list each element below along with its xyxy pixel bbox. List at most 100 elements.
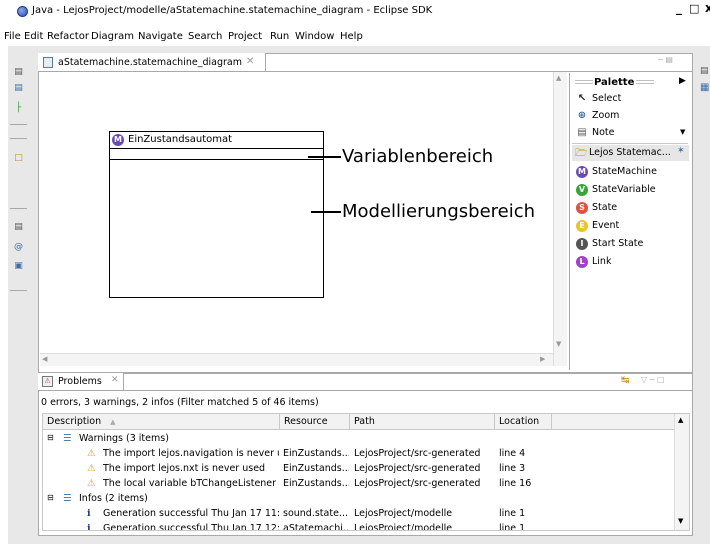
problem-resource: EinZustands... — [283, 463, 349, 474]
palette-tool-zoom[interactable]: ⊕ Zoom — [574, 108, 690, 124]
menu-project[interactable]: Project — [228, 31, 262, 42]
view-menu-icon[interactable]: ▽ ─ □ — [641, 375, 665, 384]
palette-element-statevariable[interactable]: V StateVariable — [574, 182, 690, 198]
palette-tool-label: Zoom — [592, 110, 620, 121]
outline-icon[interactable]: □ — [12, 152, 25, 165]
palette-tool-label: Note — [592, 127, 615, 138]
palette-separator — [572, 143, 688, 144]
palette-drawer-lejos[interactable]: 🗁 Lejos Statemac... ✶ — [572, 145, 689, 161]
group-icon: ☰ — [63, 433, 72, 444]
palette-tool-label: Select — [592, 93, 622, 104]
menu-run[interactable]: Run — [270, 31, 289, 42]
warning-icon: ⚠ — [87, 448, 96, 459]
problem-path: LejosProject/modelle — [354, 523, 453, 531]
close-icon[interactable]: ✕ — [246, 56, 254, 67]
start-state-icon: I — [576, 238, 588, 250]
javadoc-icon[interactable]: @ — [12, 241, 25, 254]
declaration-icon[interactable]: ▣ — [12, 260, 25, 273]
problems-tab[interactable]: ⚠ Problems ✕ — [38, 373, 124, 390]
palette-element-link[interactable]: L Link — [574, 254, 690, 270]
pin-icon[interactable]: ✶ — [677, 146, 685, 156]
palette-tool-select[interactable]: ↖ Select — [574, 91, 690, 107]
problem-description[interactable]: Generation successful Thu Jan 17 11:5 — [103, 508, 279, 519]
menu-diagram[interactable]: Diagram — [91, 31, 134, 42]
palette-grip-2 — [575, 83, 593, 84]
problem-description[interactable]: The import lejos.nxt is never used — [103, 463, 279, 474]
scroll-down-icon[interactable]: ▼ — [678, 517, 683, 525]
scroll-up-icon[interactable]: ▲ — [678, 416, 683, 424]
menu-window[interactable]: Window — [295, 31, 334, 42]
column-header-description[interactable]: Description ▲ — [43, 414, 280, 430]
right-restore-icon[interactable]: ▤ — [700, 66, 709, 76]
group-label-infos[interactable]: Infos (2 items) — [79, 493, 148, 504]
column-header-location[interactable]: Location — [495, 414, 552, 430]
palette-menu-arrow-icon[interactable]: ▶ — [679, 76, 686, 86]
collapse-icon[interactable]: ⊟ — [47, 493, 54, 502]
folder-open-icon: 🗁 — [575, 148, 588, 159]
right-outline-icon[interactable]: ▦ — [700, 82, 709, 93]
column-header-resource[interactable]: Resource — [280, 414, 350, 430]
palette-element-state[interactable]: S State — [574, 200, 690, 216]
menu-help[interactable]: Help — [340, 31, 363, 42]
problem-resource: EinZustands... — [283, 478, 349, 489]
menu-file[interactable]: File — [4, 31, 21, 42]
palette-element-label: Link — [592, 256, 612, 267]
problem-location: line 1 — [499, 508, 526, 519]
minimize-view-icon[interactable]: ─ ▤ — [658, 55, 673, 64]
problem-location: line 1 — [499, 523, 526, 531]
palette-grip — [575, 80, 593, 81]
package-explorer-icon[interactable]: ▤ — [12, 82, 25, 95]
variable-compartment[interactable] — [110, 150, 323, 160]
column-header-path[interactable]: Path — [350, 414, 495, 430]
event-icon: E — [576, 220, 588, 232]
close-button[interactable]: x — [705, 1, 710, 15]
palette-element-label: StateMachine — [592, 166, 657, 177]
palette-element-statemachine[interactable]: M StateMachine — [574, 164, 690, 180]
menu-search[interactable]: Search — [188, 31, 222, 42]
editor-horizontal-scrollbar[interactable]: ◀ ▶ — [40, 353, 553, 366]
palette-grip-4 — [636, 83, 654, 84]
menu-edit[interactable]: Edit — [24, 31, 43, 42]
menu-refactor[interactable]: Refactor — [47, 31, 89, 42]
hierarchy-icon[interactable]: ├ — [12, 102, 25, 115]
link-icon: L — [576, 256, 588, 268]
problem-path: LejosProject/modelle — [354, 508, 453, 519]
group-label-warnings[interactable]: Warnings (3 items) — [79, 433, 169, 444]
editor-vertical-scrollbar[interactable]: ▲ ▼ — [553, 72, 567, 366]
editor-tab-label: aStatemachine.statemachine_diagram — [58, 57, 242, 68]
problem-description[interactable]: Generation successful Thu Jan 17 12:0 — [103, 523, 279, 530]
column-label: Description — [47, 416, 102, 427]
maximize-button[interactable]: □ — [689, 2, 699, 15]
problem-description[interactable]: The local variable bTChangeListener is n — [103, 478, 279, 489]
palette-element-event[interactable]: E Event — [574, 218, 690, 234]
palette-element-label: Event — [592, 220, 620, 231]
info-icon: i — [87, 523, 91, 531]
column-header-filler — [552, 414, 689, 430]
annotation-line-modeling — [311, 211, 341, 213]
chevron-down-icon[interactable]: ▼ — [680, 128, 685, 136]
statemachine-name[interactable]: EinZustandsautomat — [128, 134, 232, 145]
problems-icon: ⚠ — [42, 376, 53, 387]
problem-path: LejosProject/src-generated — [354, 448, 481, 459]
problems-tab-label: Problems — [58, 376, 102, 387]
problems-vertical-scrollbar[interactable]: ▲ ▼ — [674, 414, 689, 530]
problem-description[interactable]: The import lejos.navigation is never use — [103, 448, 279, 459]
minimize-button[interactable]: _ — [676, 1, 682, 15]
pointer-icon: ↖ — [577, 93, 587, 104]
restore-icon[interactable]: ▤ — [12, 66, 25, 79]
palette-tool-note[interactable]: ▤ Note ▼ — [574, 125, 690, 141]
palette-element-label: StateVariable — [592, 184, 656, 195]
restore-icon-2[interactable]: ▤ — [12, 221, 25, 234]
problem-location: line 4 — [499, 448, 526, 459]
problem-path: LejosProject/src-generated — [354, 463, 481, 474]
problem-resource: aStatemachi... — [283, 523, 349, 531]
close-icon[interactable]: ✕ — [111, 375, 119, 385]
palette-title: Palette — [594, 77, 635, 88]
statevariable-icon: V — [576, 184, 588, 196]
problem-location: line 16 — [499, 478, 532, 489]
filter-icon[interactable]: ↹ — [621, 375, 629, 386]
palette-element-start-state[interactable]: I Start State — [574, 236, 690, 252]
menu-navigate[interactable]: Navigate — [138, 31, 183, 42]
collapse-icon[interactable]: ⊟ — [47, 433, 54, 442]
palette-element-label: State — [592, 202, 618, 213]
